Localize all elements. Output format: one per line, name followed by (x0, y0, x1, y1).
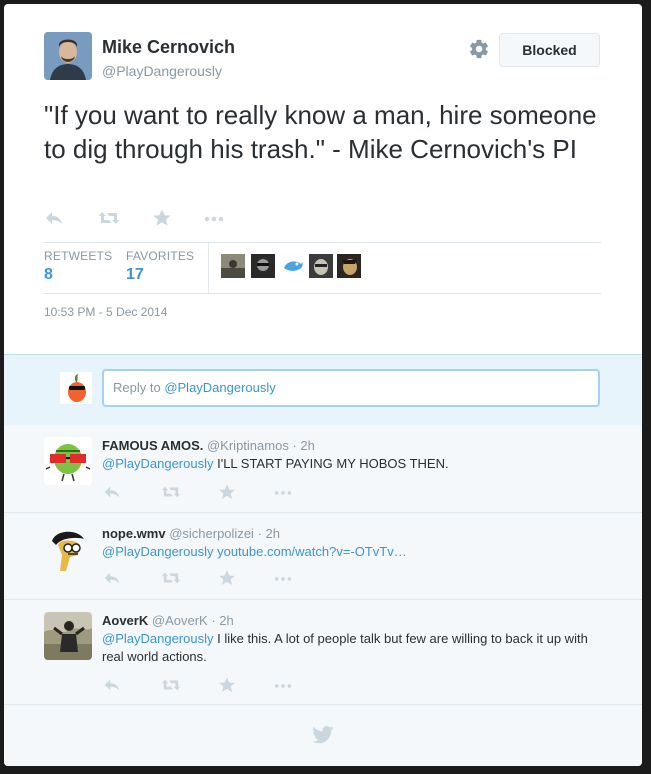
reply-header: AoverK @AoverK · 2h (102, 613, 234, 628)
reply-avatar[interactable] (44, 525, 92, 573)
stats-divider (208, 243, 209, 293)
current-user-avatar (60, 372, 92, 404)
reply-author-handle[interactable]: @AoverK (152, 613, 208, 628)
tweet-stats: RETWEETS 8 FAVORITES 17 (44, 242, 601, 294)
favoriter-avatar[interactable] (221, 254, 245, 278)
star-icon[interactable] (218, 483, 236, 503)
reply-header: FAMOUS AMOS. @Kriptinamos · 2h (102, 438, 315, 453)
retweet-icon[interactable] (160, 483, 182, 503)
retweet-icon[interactable] (160, 676, 182, 696)
favorites-label: FAVORITES (126, 249, 195, 263)
reply-author-handle[interactable]: @Kriptinamos (207, 438, 289, 453)
reply-text: @PlayDangerously I'LL START PAYING MY HO… (102, 455, 612, 473)
more-icon[interactable] (272, 483, 294, 503)
more-icon[interactable] (272, 676, 294, 696)
tweet-main: Mike Cernovich @PlayDangerously Blocked … (4, 4, 642, 354)
reply-icon[interactable] (102, 676, 122, 696)
reply-time[interactable]: · 2h (258, 526, 280, 541)
blocked-button[interactable]: Blocked (499, 33, 600, 67)
reply-input[interactable]: Reply to @PlayDangerously (102, 369, 600, 407)
reply-author-name[interactable]: AoverK (102, 613, 148, 628)
more-icon[interactable] (202, 208, 226, 228)
tweet-modal: Mike Cernovich @PlayDangerously Blocked … (4, 4, 642, 766)
retweet-icon[interactable] (160, 569, 182, 589)
star-icon[interactable] (218, 569, 236, 589)
reply-placeholder: Reply to (113, 380, 165, 395)
author-handle[interactable]: @PlayDangerously (102, 63, 222, 79)
star-icon[interactable] (218, 676, 236, 696)
author-avatar[interactable] (44, 32, 92, 80)
retweets-stat[interactable]: RETWEETS 8 (44, 249, 112, 284)
reply-mention-link[interactable]: @PlayDangerously (102, 631, 213, 646)
retweet-icon[interactable] (98, 208, 120, 228)
reply-actions (102, 483, 302, 501)
reply-icon[interactable] (102, 569, 122, 589)
list-item[interactable]: AoverK @AoverK · 2h @PlayDangerously I l… (4, 600, 642, 705)
reply-actions (102, 676, 302, 694)
favoriter-avatar[interactable] (337, 254, 361, 278)
reply-actions (102, 569, 302, 587)
tweet-timestamp[interactable]: 10:53 PM - 5 Dec 2014 (44, 305, 167, 319)
more-icon[interactable] (272, 569, 294, 589)
favoriter-avatar[interactable] (309, 254, 333, 278)
twitter-bird-icon (312, 726, 334, 744)
star-icon[interactable] (152, 208, 172, 228)
reply-compose: Reply to @PlayDangerously (4, 354, 642, 426)
reply-text: @PlayDangerously I like this. A lot of p… (102, 630, 612, 666)
reply-mention: @PlayDangerously (164, 380, 276, 395)
retweets-count[interactable]: 8 (44, 266, 112, 284)
reply-icon[interactable] (44, 208, 64, 228)
favoriter-avatar[interactable] (281, 254, 305, 278)
reply-icon[interactable] (102, 483, 122, 503)
reply-time[interactable]: · 2h (211, 613, 233, 628)
reply-text: @PlayDangerously youtube.com/watch?v=-OT… (102, 543, 612, 561)
list-item[interactable]: nope.wmv @sicherpolizei · 2h @PlayDanger… (4, 513, 642, 600)
tweet-actions (44, 208, 244, 232)
reply-author-name[interactable]: FAMOUS AMOS. (102, 438, 203, 453)
author-name[interactable]: Mike Cernovich (102, 37, 235, 58)
reply-header: nope.wmv @sicherpolizei · 2h (102, 526, 280, 541)
reply-avatar[interactable] (44, 612, 92, 660)
favorites-count[interactable]: 17 (126, 266, 194, 284)
reply-avatar[interactable] (44, 437, 92, 485)
favoriter-avatar[interactable] (251, 254, 275, 278)
reply-author-name[interactable]: nope.wmv (102, 526, 166, 541)
favorites-stat[interactable]: FAVORITES 17 (126, 249, 194, 284)
reply-mention-link[interactable]: @PlayDangerously (102, 456, 213, 471)
list-item[interactable]: FAMOUS AMOS. @Kriptinamos · 2h @PlayDang… (4, 425, 642, 513)
gear-icon[interactable] (468, 38, 490, 60)
reply-mention-link[interactable]: @PlayDangerously (102, 544, 213, 559)
retweets-label: RETWEETS (44, 249, 113, 263)
tweet-text: "If you want to really know a man, hire … (44, 100, 597, 164)
reply-author-handle[interactable]: @sicherpolizei (169, 526, 254, 541)
reply-body: I'LL START PAYING MY HOBOS THEN. (213, 456, 449, 471)
replies-list: FAMOUS AMOS. @Kriptinamos · 2h @PlayDang… (4, 425, 642, 766)
reply-url-link[interactable]: youtube.com/watch?v=-OTvTv… (213, 544, 407, 559)
reply-time[interactable]: · 2h (292, 438, 314, 453)
